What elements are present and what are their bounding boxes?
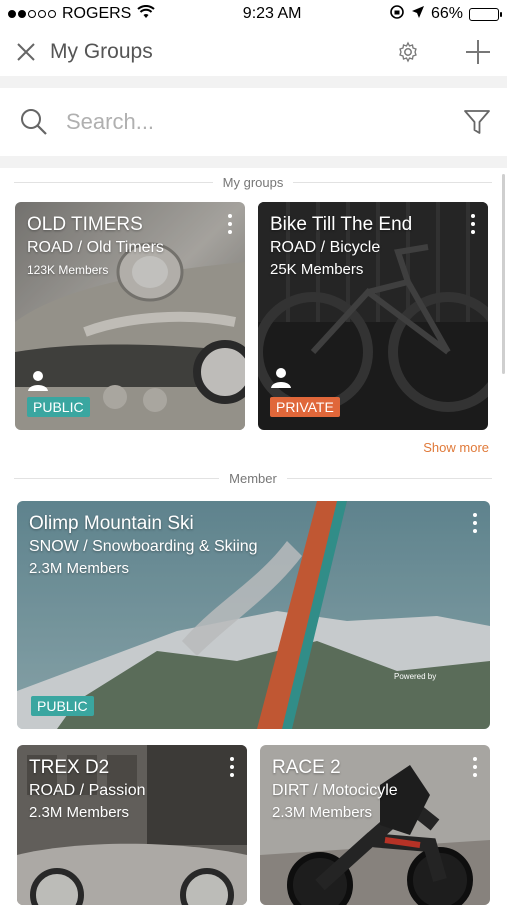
group-category: ROAD / Passion [29, 782, 146, 799]
more-options-icon[interactable] [229, 757, 235, 777]
group-name: Olimp Mountain Ski [29, 513, 194, 534]
section-my-groups: My groups [14, 172, 493, 192]
status-badge: PRIVATE [270, 397, 340, 417]
card-text: Olimp Mountain Ski SNOW / Snowboarding &… [29, 513, 454, 580]
battery-icon [468, 7, 502, 21]
battery-percent: 66% [430, 5, 463, 22]
more-options-icon[interactable] [227, 214, 233, 234]
search-input[interactable] [66, 109, 463, 135]
more-options-icon[interactable] [470, 214, 476, 234]
status-right: 66% [389, 4, 502, 25]
group-card-trex-d2[interactable]: TREX D2 ROAD / Passion 2.3M Members [17, 745, 247, 905]
card-text: Bike Till The End ROAD / Bicycle 25K Mem… [270, 214, 452, 281]
page-title: My Groups [50, 40, 153, 63]
show-more-link[interactable]: Show more [423, 440, 489, 455]
group-name: RACE 2 [272, 757, 341, 778]
gear-icon[interactable] [397, 41, 419, 63]
group-category: ROAD / Old Timers [27, 239, 164, 256]
section-member: Member [14, 468, 492, 488]
group-name: OLD TIMERS [27, 214, 143, 235]
group-name: TREX D2 [29, 757, 110, 778]
group-card-race-2[interactable]: RACE 2 DIRT / Motocicyle 2.3M Members [260, 745, 490, 905]
group-members: 2.3M Members [272, 804, 373, 821]
card-text: TREX D2 ROAD / Passion 2.3M Members [29, 757, 211, 824]
group-members: 123K Members [27, 263, 109, 277]
group-name: Bike Till The End [270, 214, 413, 235]
status-badge: PUBLIC [31, 696, 94, 716]
group-members: 2.3M Members [29, 804, 130, 821]
user-icon [27, 370, 49, 397]
filter-icon[interactable] [463, 108, 491, 136]
user-icon [270, 367, 292, 394]
status-left: ROGERS [8, 4, 156, 24]
section-label-my-groups: My groups [222, 174, 284, 190]
group-card-bike-till-the-end[interactable]: Bike Till The End ROAD / Bicycle 25K Mem… [258, 202, 488, 430]
status-bar: ROGERS 9:23 AM 66% [0, 0, 507, 28]
signal-strength-icon [8, 10, 56, 18]
wifi-icon [137, 4, 156, 24]
card-text: OLD TIMERS ROAD / Old Timers 123K Member… [27, 214, 209, 281]
section-label-member: Member [229, 470, 277, 486]
card-text: RACE 2 DIRT / Motocicyle 2.3M Members [272, 757, 454, 824]
app-header: My Groups [0, 28, 507, 76]
group-card-olimp-mountain-ski[interactable]: Olimp Mountain Ski SNOW / Snowboarding &… [17, 501, 490, 729]
group-category: DIRT / Motocicyle [272, 782, 398, 799]
group-members: 25K Members [270, 261, 364, 278]
clock: 9:23 AM [242, 5, 302, 22]
scrollbar[interactable] [502, 174, 505, 374]
location-icon [411, 5, 425, 24]
image-caption: Powered by [394, 672, 437, 681]
rotation-lock-icon [389, 4, 405, 25]
header-separator [0, 76, 507, 88]
search-separator [0, 156, 507, 168]
plus-icon[interactable] [465, 39, 491, 65]
group-category: ROAD / Bicycle [270, 239, 381, 256]
carrier-label: ROGERS [62, 5, 132, 22]
search-bar [0, 88, 507, 156]
close-icon[interactable] [16, 42, 36, 62]
more-options-icon[interactable] [472, 513, 478, 533]
status-badge: PUBLIC [27, 397, 90, 417]
group-members: 2.3M Members [29, 560, 130, 577]
group-category: SNOW / Snowboarding & Skiing [29, 538, 258, 555]
more-options-icon[interactable] [472, 757, 478, 777]
group-card-old-timers[interactable]: OLD TIMERS ROAD / Old Timers 123K Member… [15, 202, 245, 430]
search-icon[interactable] [20, 108, 48, 136]
